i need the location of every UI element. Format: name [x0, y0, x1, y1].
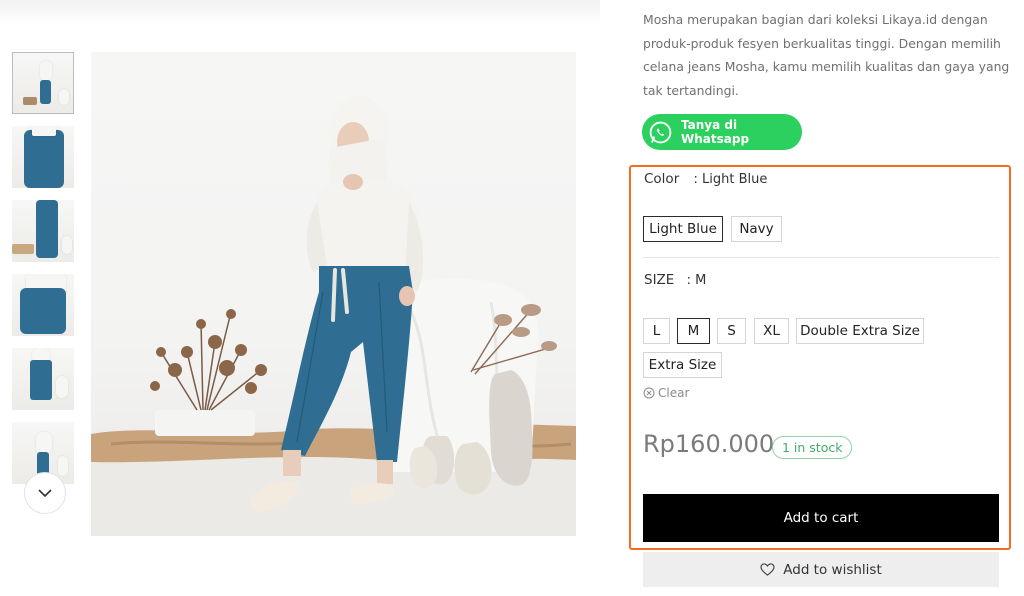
product-description: Mosha merupakan bagian dari koleksi Lika… — [643, 12, 1010, 98]
color-label: Color — [644, 171, 680, 187]
thumbnails-next-button[interactable] — [24, 472, 66, 514]
thumbnail-5[interactable] — [12, 348, 74, 410]
size-attribute-label: SIZE : M — [644, 272, 706, 288]
close-circle-icon — [643, 387, 655, 399]
color-swatch-light-blue[interactable]: Light Blue — [643, 216, 723, 242]
color-attribute-label: Color : Light Blue — [644, 171, 767, 187]
top-fade — [0, 0, 600, 24]
color-swatch-navy[interactable]: Navy — [731, 216, 782, 242]
color-selected-value: : Light Blue — [693, 172, 768, 187]
clear-label: Clear — [658, 386, 690, 400]
size-label: SIZE — [644, 272, 675, 288]
main-product-image[interactable] — [91, 52, 576, 536]
thumbnail-2[interactable] — [12, 126, 74, 188]
size-swatch-double-extra-size[interactable]: Double Extra Size — [796, 318, 924, 344]
size-swatch-m[interactable]: M — [677, 318, 710, 344]
add-to-wishlist-button[interactable]: Add to wishlist — [643, 552, 999, 587]
size-swatch-s[interactable]: S — [717, 318, 746, 344]
size-swatch-l[interactable]: L — [643, 318, 670, 344]
size-swatch-xl[interactable]: XL — [754, 318, 789, 344]
chevron-down-icon — [38, 488, 52, 497]
add-to-cart-button[interactable]: Add to cart — [643, 494, 999, 542]
whatsapp-label: Tanya di Whatsapp — [681, 118, 750, 146]
stock-badge: 1 in stock — [772, 436, 853, 459]
whatsapp-icon — [648, 120, 673, 145]
clear-selection-link[interactable]: Clear — [643, 386, 689, 400]
thumbnail-3[interactable] — [12, 200, 74, 262]
thumbnail-1[interactable] — [12, 52, 74, 114]
product-photo — [91, 96, 576, 536]
attribute-divider — [643, 257, 999, 258]
size-swatch-extra-size[interactable]: Extra Size — [643, 352, 722, 378]
product-price: Rp160.000 — [643, 430, 775, 458]
size-selected-value: : M — [686, 273, 707, 288]
heart-icon — [760, 563, 775, 576]
thumbnail-4[interactable] — [12, 274, 74, 336]
whatsapp-button[interactable]: Tanya di Whatsapp — [642, 114, 802, 150]
wishlist-label: Add to wishlist — [783, 561, 882, 578]
